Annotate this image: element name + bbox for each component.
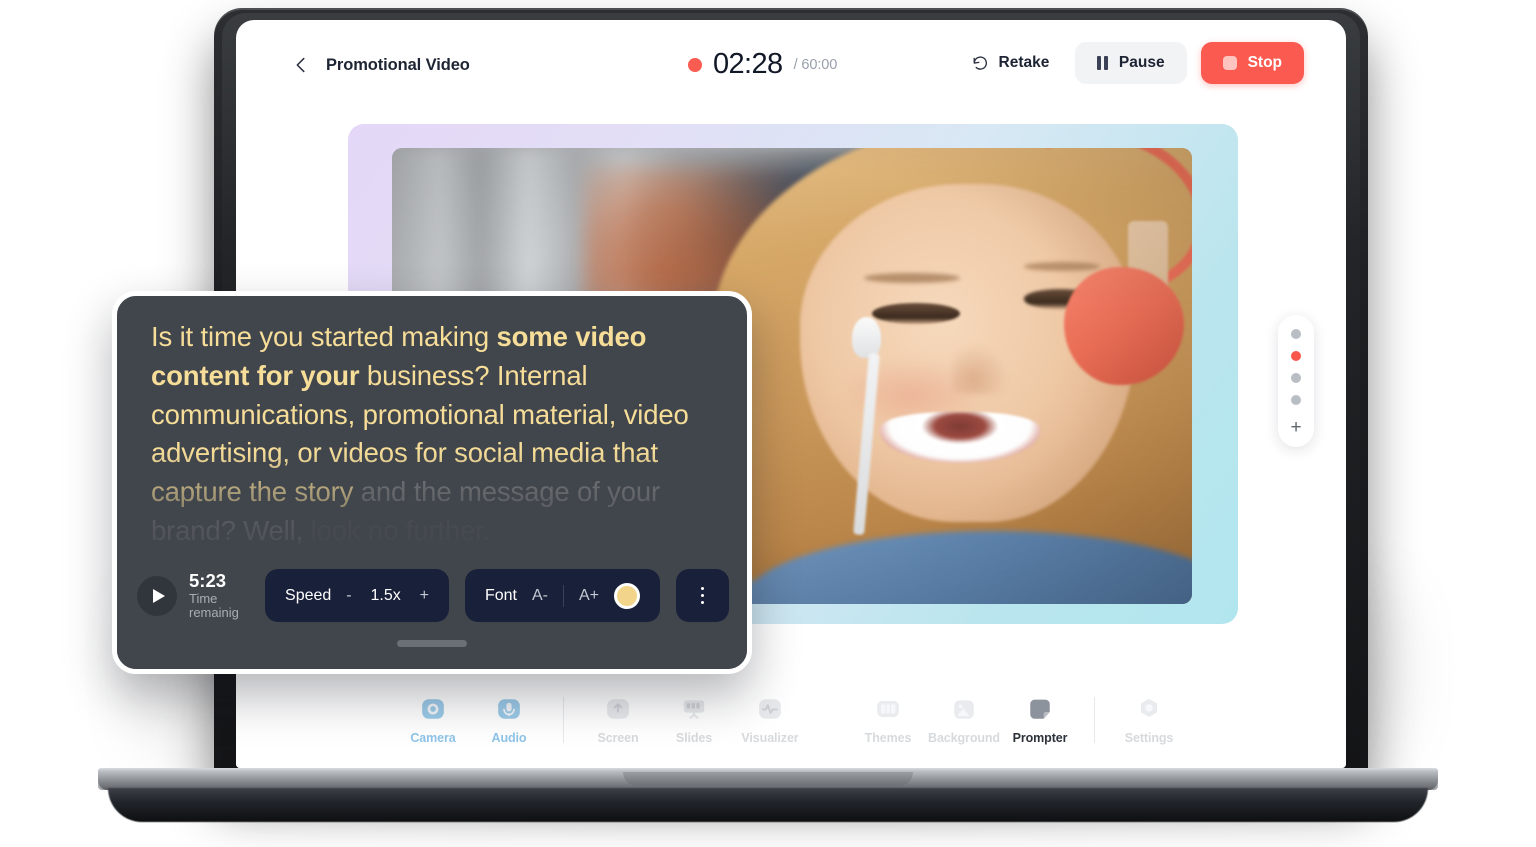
kebab-dot-2 — [700, 593, 705, 598]
play-icon — [152, 588, 165, 603]
toolbar-label-themes: Themes — [864, 730, 912, 745]
bottom-toolbar: Camera Audio Screen Slides Visualizer Th… — [236, 672, 1346, 768]
toolbar-item-background[interactable]: Background — [926, 696, 1002, 745]
toolbar-label-slides: Slides — [675, 730, 713, 745]
scene-dot-4[interactable] — [1291, 395, 1301, 405]
toolbar-item-screen[interactable]: Screen — [580, 696, 656, 745]
scene-dot-2[interactable] — [1291, 351, 1301, 361]
retake-button[interactable]: Retake — [959, 44, 1062, 83]
app-header: Promotional Video 02:28 / 60:00 Retake P… — [236, 20, 1346, 110]
stop-label: Stop — [1247, 54, 1282, 71]
scene-dot-1[interactable] — [1291, 329, 1301, 339]
toolbar-label-camera: Camera — [410, 730, 456, 745]
font-label: Font — [484, 586, 517, 604]
speed-control: Speed - 1.5x + — [265, 569, 449, 622]
rotate-ccw-icon — [973, 55, 987, 70]
record-dot-icon — [688, 57, 702, 72]
prompter-script: Is it time you started making some video… — [151, 318, 717, 551]
time-remaining-value: 5:23 — [189, 569, 227, 591]
font-color-swatch[interactable] — [614, 582, 640, 609]
prompter-panel[interactable]: Is it time you started making some video… — [112, 291, 752, 674]
camera-icon — [422, 698, 444, 719]
prompter-drag-handle[interactable] — [397, 640, 467, 647]
pause-icon — [1097, 56, 1108, 70]
font-decrease-button[interactable]: A- — [532, 587, 548, 605]
speed-value: 1.5x — [370, 586, 401, 604]
font-increase-button[interactable]: A+ — [579, 587, 599, 605]
toolbar-divider-1 — [563, 697, 564, 743]
prompter-more-button[interactable] — [676, 569, 729, 622]
speed-increase-button[interactable]: + — [420, 587, 429, 605]
header-actions: Retake Pause Stop — [959, 42, 1304, 84]
retake-label: Retake — [998, 54, 1050, 71]
pause-label: Pause — [1118, 54, 1165, 71]
toolbar-label-visualizer: Visualizer — [741, 730, 799, 745]
speed-label: Speed — [285, 586, 332, 604]
toolbar-item-camera[interactable]: Camera — [395, 696, 471, 745]
stop-square-icon — [1222, 56, 1237, 70]
toolbar-item-settings[interactable]: Settings — [1111, 696, 1187, 745]
toolbar-item-audio[interactable]: Audio — [471, 696, 547, 745]
screen-share-icon — [607, 698, 629, 719]
total-time: / 60:00 — [793, 56, 838, 73]
add-scene-button[interactable]: + — [1290, 418, 1301, 437]
toolbar-divider-2 — [1094, 697, 1095, 743]
toolbar-item-visualizer[interactable]: Visualizer — [732, 696, 808, 745]
pause-button[interactable]: Pause — [1075, 42, 1187, 84]
slides-icon — [683, 699, 705, 719]
prompter-play-button[interactable] — [137, 575, 177, 616]
screenshot-stage: Promotional Video 02:28 / 60:00 Retake P… — [0, 0, 1536, 847]
speed-decrease-button[interactable]: - — [346, 587, 351, 605]
toolbar-item-themes[interactable]: Themes — [850, 696, 926, 745]
scene-dot-rail: + — [1278, 315, 1314, 447]
page-title: Promotional Video — [326, 55, 470, 74]
toolbar-label-prompter: Prompter — [1012, 730, 1068, 745]
waveform-icon — [759, 698, 781, 719]
stop-button[interactable]: Stop — [1200, 42, 1304, 84]
toolbar-label-settings: Settings — [1124, 730, 1174, 745]
toolbar-label-background: Background — [928, 730, 1000, 745]
kebab-dot-1 — [700, 586, 705, 591]
recording-timer: 02:28 / 60:00 — [688, 50, 837, 79]
kebab-dot-3 — [700, 600, 705, 605]
chevron-left-icon[interactable] — [290, 54, 312, 76]
prompter-icon — [1030, 699, 1050, 719]
toolbar-label-audio: Audio — [491, 730, 527, 745]
font-control: Font A- A+ — [464, 569, 660, 622]
elapsed-time: 02:28 — [713, 48, 783, 80]
script-segment-read-1: Is it time you started making — [151, 321, 497, 352]
time-remaining-label: Time remainig — [189, 590, 239, 621]
microphone-icon — [498, 698, 520, 719]
script-segment-upcoming-dim: look no further. — [303, 514, 491, 546]
prompter-time: 5:23 Time remainig — [189, 569, 249, 621]
header-left-group: Promotional Video — [290, 54, 470, 76]
toolbar-label-screen: Screen — [597, 730, 639, 745]
gear-icon — [1140, 698, 1158, 717]
toolbar-item-prompter[interactable]: Prompter — [1002, 696, 1078, 745]
toolbar-item-slides[interactable]: Slides — [656, 696, 732, 745]
themes-icon — [877, 700, 899, 717]
font-control-divider — [562, 584, 564, 607]
image-icon — [954, 699, 974, 719]
scene-dot-3[interactable] — [1291, 373, 1301, 383]
laptop-base-notch — [623, 772, 913, 786]
laptop-base-underside — [108, 788, 1428, 822]
prompter-controls: 5:23 Time remainig Speed - 1.5x + Font A… — [117, 561, 747, 669]
